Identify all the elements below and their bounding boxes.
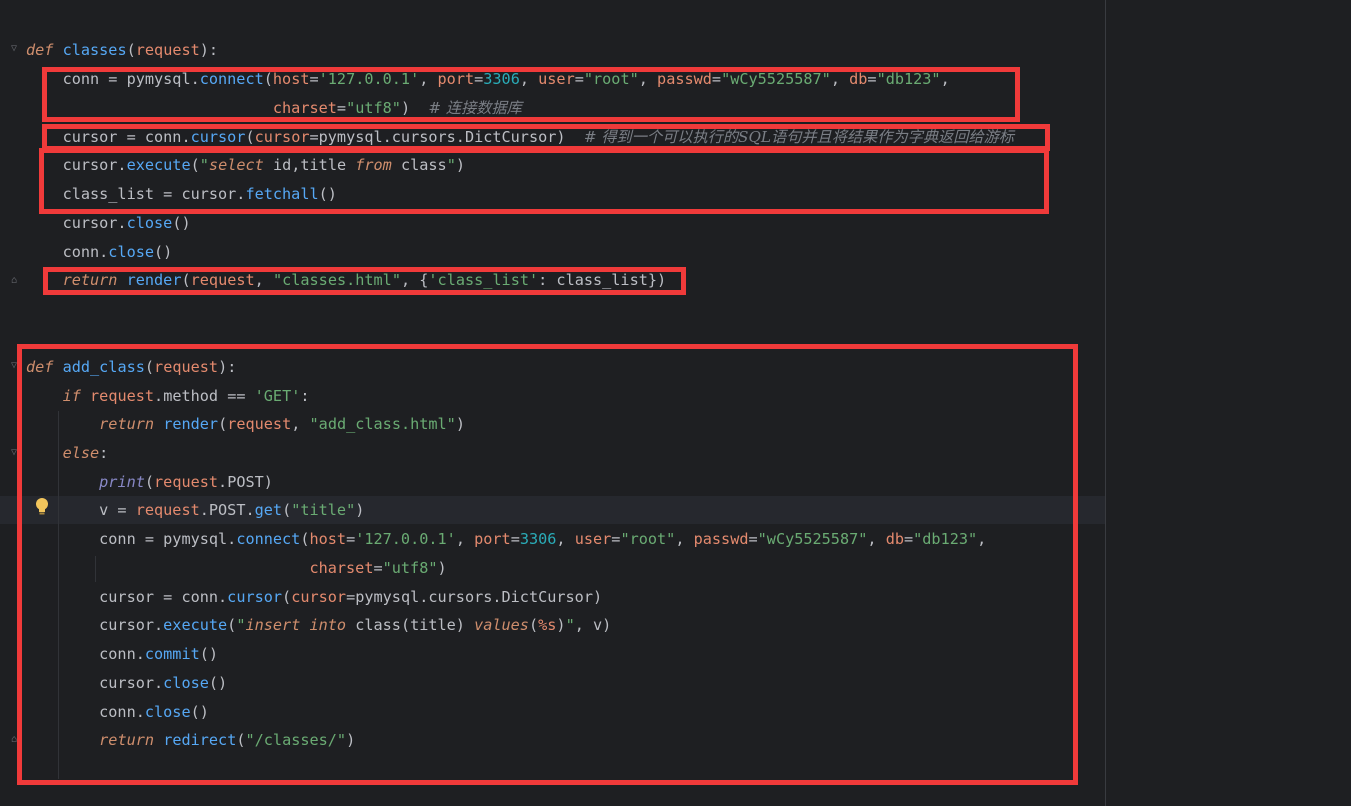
fold-end-icon[interactable]: ⌂ [11, 276, 21, 286]
code-token: def [26, 41, 54, 59]
code-token: cursor. [26, 214, 127, 232]
code-token: ( [126, 41, 136, 59]
code-editor[interactable]: ▽ ⌂ ▽ ▽ ⌂ def classes(request): conn = p… [0, 0, 1351, 806]
code-token: request [135, 41, 200, 59]
code-token: () [172, 214, 191, 232]
annotation-box-connect [42, 67, 1020, 122]
code-line-8[interactable]: conn.close() [26, 238, 173, 266]
annotation-box-execute [39, 148, 1049, 214]
code-token: ): [199, 41, 219, 59]
code-line-1[interactable]: def classes(request): [26, 36, 218, 64]
code-token: close [126, 214, 173, 232]
code-token: classes [62, 41, 127, 59]
code-token: () [154, 243, 173, 261]
code-token: conn. [26, 243, 109, 261]
code-token: close [108, 243, 155, 261]
annotation-box-return [43, 267, 686, 295]
right-margin-guide [1105, 0, 1106, 806]
annotation-box-cursor [42, 124, 1050, 151]
fold-arrow-icon[interactable]: ▽ [11, 44, 21, 54]
annotation-box-add-class [17, 344, 1078, 785]
